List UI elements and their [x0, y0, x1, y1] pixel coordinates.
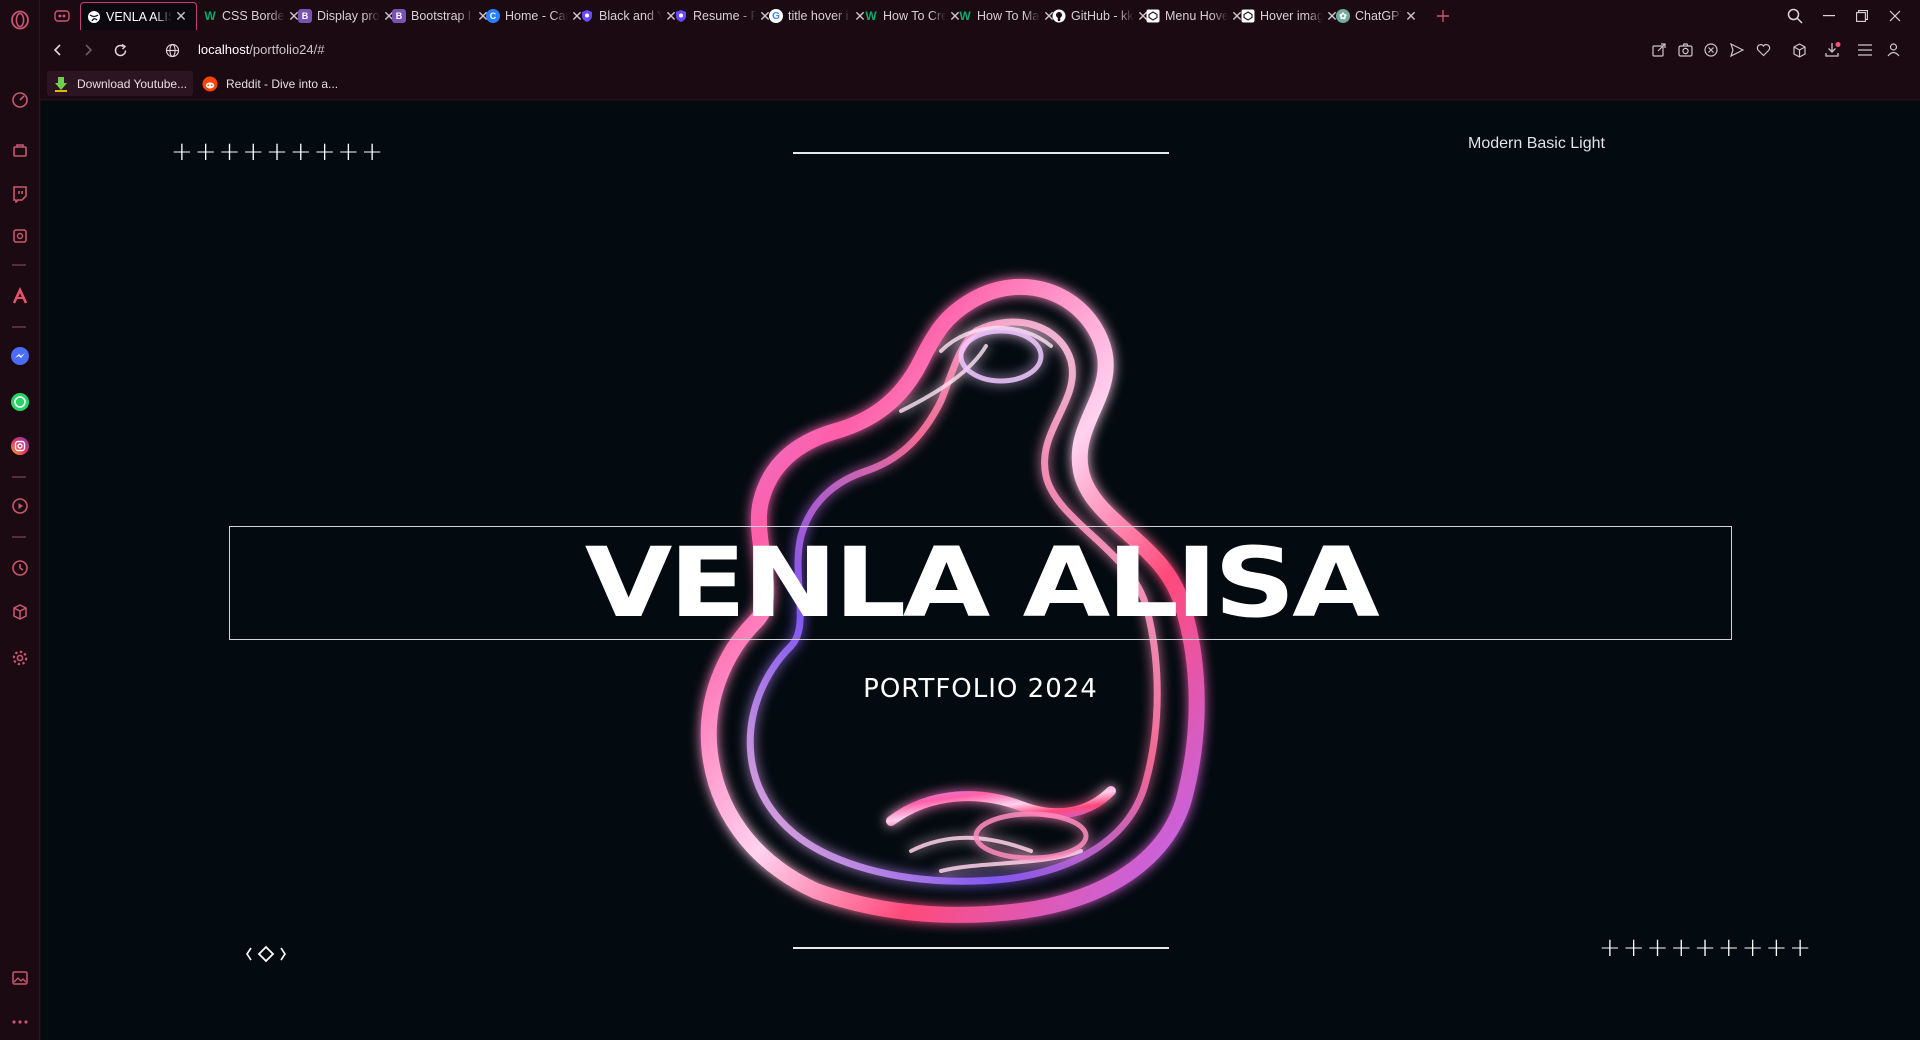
- tab-label: Home - Car: [505, 9, 568, 23]
- camera-snapshot-icon[interactable]: [1674, 39, 1696, 61]
- bookmark-label: Reddit - Dive into a...: [226, 76, 339, 91]
- adblock-icon[interactable]: [1700, 39, 1722, 61]
- tab-label: Bootstrap l: [411, 9, 471, 23]
- chatgpt-icon: ✿: [1336, 9, 1350, 23]
- whatsapp-icon[interactable]: [8, 390, 32, 414]
- close-tab-icon[interactable]: ✕: [1402, 8, 1420, 25]
- decor-plus-row-bottom: +++++++++: [1599, 933, 1814, 963]
- history-icon[interactable]: [8, 556, 32, 580]
- w3schools-icon: W: [204, 9, 216, 23]
- downloads-icon[interactable]: [1822, 39, 1844, 61]
- hero-title: VENLA ALISA: [584, 527, 1380, 639]
- close-window-icon[interactable]: [1880, 4, 1910, 28]
- url-path: /portfolio24/#: [249, 42, 325, 57]
- download-arrow-icon: [53, 76, 69, 92]
- reddit-icon: [202, 76, 218, 92]
- reload-icon[interactable]: [108, 38, 132, 62]
- messenger-icon[interactable]: [8, 344, 32, 368]
- tab-label: How To Cre: [883, 9, 946, 23]
- tab-strip: VENLA ALISA ✕ W CSS Border ✕ B Display p…: [40, 0, 1920, 32]
- restore-window-icon[interactable]: [1847, 4, 1877, 28]
- tab-label: Hover imag: [1260, 9, 1323, 23]
- close-tab-icon[interactable]: ✕: [172, 8, 190, 25]
- speed-dial-icon[interactable]: [8, 88, 32, 112]
- tab-label: title hover i: [788, 9, 849, 23]
- site-info-globe-icon[interactable]: [160, 38, 184, 62]
- sidebar-divider: [12, 264, 26, 266]
- easy-setup-menu-icon[interactable]: [1854, 39, 1876, 61]
- aria-icon[interactable]: [8, 284, 32, 308]
- new-tab-plus-icon[interactable]: [1428, 4, 1458, 28]
- tab-chatgpt[interactable]: ✿ ChatGPT ✕: [1330, 2, 1426, 30]
- bootstrap-icon: B: [392, 9, 406, 23]
- tab-label: Menu Hove: [1165, 9, 1228, 23]
- w3schools-icon: W: [959, 9, 971, 23]
- sidebar-divider: [12, 326, 26, 328]
- bookmark-label: Download Youtube...: [77, 76, 188, 91]
- tab-label: Display pro: [317, 9, 380, 23]
- bookmarks-bar: Download Youtube... Reddit - Dive into a…: [40, 68, 1920, 100]
- bookmark-download-youtube[interactable]: Download Youtube...: [47, 71, 194, 96]
- twitch-icon[interactable]: [8, 182, 32, 206]
- send-arrow-icon[interactable]: [1726, 39, 1748, 61]
- c-icon: C: [486, 9, 500, 23]
- more-dots-icon[interactable]: [8, 1010, 32, 1034]
- profile-icon[interactable]: [1882, 39, 1904, 61]
- tab-label: GitHub - kk: [1071, 9, 1134, 23]
- instagram-icon[interactable]: [8, 434, 32, 458]
- page-viewport: +++++++++ Modern Basic Light VENLA ALISA…: [41, 101, 1920, 1040]
- settings-gear-icon[interactable]: [8, 646, 32, 670]
- url-field[interactable]: localhost/portfolio24/#: [198, 42, 324, 57]
- back-arrow-icon[interactable]: [46, 38, 70, 62]
- codepen-icon: [1241, 9, 1255, 23]
- shield-icon: [674, 9, 688, 23]
- shield-icon: [580, 9, 594, 23]
- browser-window: VENLA ALISA ✕ W CSS Border ✕ B Display p…: [0, 0, 1920, 1040]
- heart-icon[interactable]: [1752, 39, 1774, 61]
- wallpaper-icon[interactable]: [8, 966, 32, 990]
- google-icon: G: [769, 9, 783, 23]
- tab-label: ChatGPT: [1355, 9, 1402, 23]
- codepen-icon: [1146, 9, 1160, 23]
- sidebar-divider: [12, 476, 26, 478]
- w3schools-icon: W: [865, 9, 877, 23]
- style-toggle-link[interactable]: Modern Basic Light: [1468, 135, 1605, 153]
- extensions-cube-icon[interactable]: [8, 600, 32, 624]
- address-bar: localhost/portfolio24/#: [40, 32, 1920, 68]
- forward-arrow-icon[interactable]: [76, 38, 100, 62]
- tab-label: CSS Border: [222, 9, 285, 23]
- workspace-icon[interactable]: [8, 224, 32, 248]
- tab-venla-alisa[interactable]: VENLA ALISA ✕: [80, 2, 197, 30]
- bottom-divider-line: [793, 947, 1169, 949]
- opera-logo-icon[interactable]: [8, 8, 32, 32]
- decor-plus-row-top: +++++++++: [171, 137, 386, 167]
- shopping-bag-icon[interactable]: [8, 138, 32, 162]
- bookmark-reddit[interactable]: Reddit - Dive into a...: [196, 71, 344, 96]
- diamond-nav-icon[interactable]: [246, 942, 286, 966]
- search-tabs-icon[interactable]: [1780, 4, 1810, 28]
- tab-islands-icon[interactable]: [48, 4, 76, 28]
- globe-icon: [87, 10, 101, 24]
- player-icon[interactable]: [8, 494, 32, 518]
- tab-label: How To Ma: [977, 9, 1040, 23]
- extensions-cube-icon[interactable]: [1788, 39, 1810, 61]
- url-host: localhost: [198, 42, 250, 57]
- github-icon: [1052, 9, 1066, 23]
- minimize-icon[interactable]: [1814, 4, 1844, 28]
- tab-label: Black and Y: [599, 9, 662, 23]
- bootstrap-icon: B: [298, 9, 312, 23]
- tab-label: VENLA ALISA: [106, 9, 172, 24]
- hero-subtitle: PORTFOLIO 2024: [863, 674, 1098, 704]
- sidebar-divider: [12, 536, 26, 538]
- browser-sidebar: [0, 0, 40, 1040]
- share-icon[interactable]: [1648, 39, 1670, 61]
- tab-label: Resume - P: [693, 9, 756, 23]
- top-divider-line: [793, 152, 1169, 154]
